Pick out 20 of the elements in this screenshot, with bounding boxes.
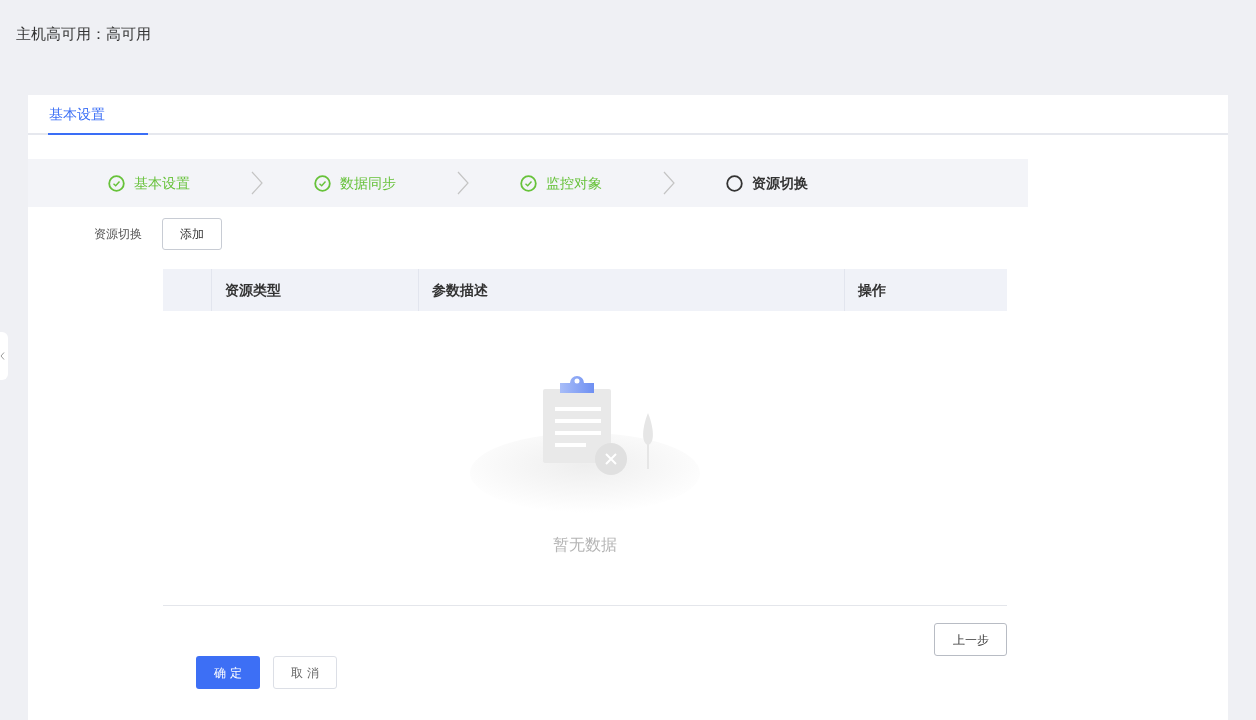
tab[interactable]: 基本设置	[48, 95, 148, 135]
step-label: 监控对象	[546, 173, 602, 193]
add-button[interactable]: 添加	[162, 218, 222, 250]
cancel-button[interactable]: 取 消	[273, 656, 337, 689]
step-label: 资源切换	[752, 173, 808, 193]
chevron-right-icon	[457, 171, 469, 195]
column-header: 资源类型	[211, 269, 418, 311]
sidebar-toggle[interactable]	[0, 332, 8, 380]
column-header: 参数描述	[418, 269, 844, 311]
step-label: 基本设置	[134, 173, 190, 193]
chevron-right-icon	[251, 171, 263, 195]
field-label: 资源切换	[93, 226, 142, 243]
previous-step-button[interactable]: 上一步	[934, 623, 1007, 656]
chevron-right-icon	[663, 171, 675, 195]
step-label: 数据同步	[340, 173, 396, 193]
chevron-left-icon	[0, 352, 5, 360]
confirm-button[interactable]: 确 定	[196, 656, 260, 689]
column-header: 操作	[844, 269, 1007, 311]
empty-text: 暂无数据	[553, 535, 617, 555]
page-title: 主机高可用：高可用	[16, 24, 151, 44]
